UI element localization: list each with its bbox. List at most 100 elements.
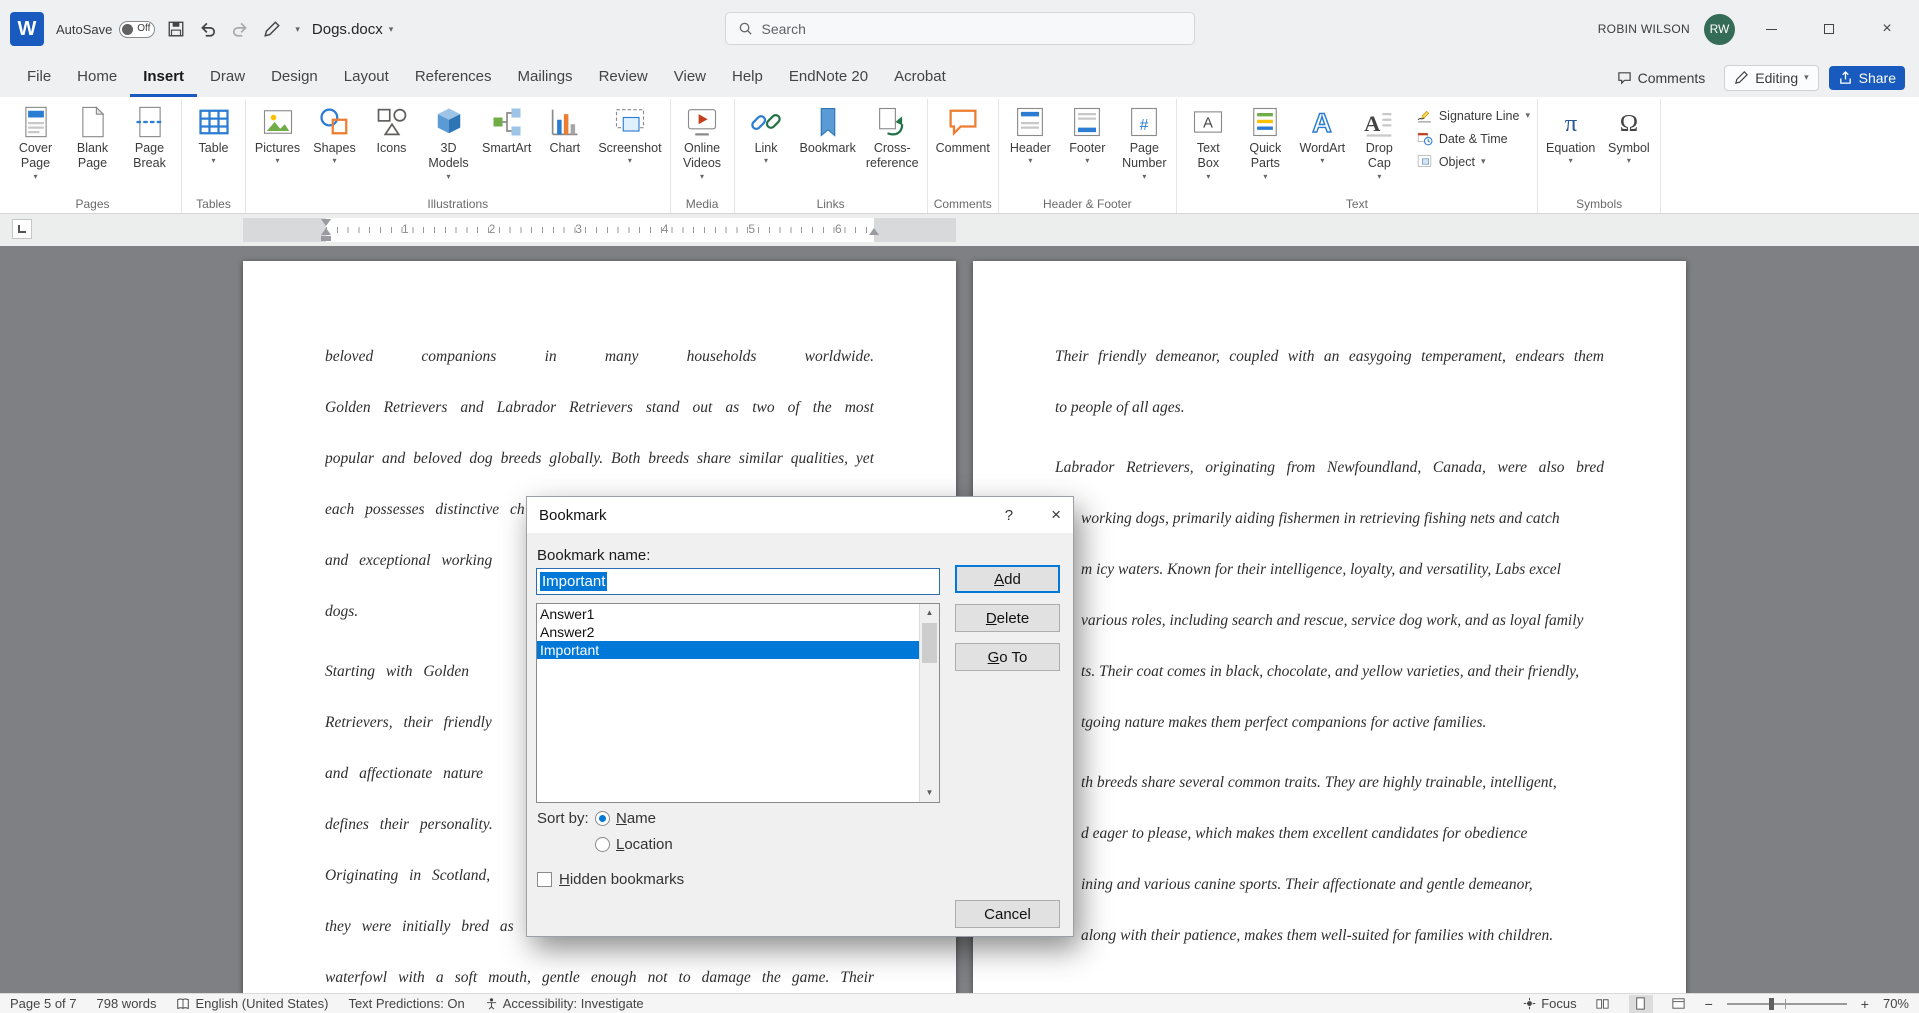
sort-name-option[interactable]: Name xyxy=(595,810,656,827)
bookmark-item-answer2[interactable]: Answer2 xyxy=(537,623,919,641)
tab-file[interactable]: File xyxy=(14,58,64,97)
ribbon-button-page-number[interactable]: Page Number ▾ xyxy=(1116,99,1173,181)
ribbon-button-cover-page[interactable]: Cover Page ▾ xyxy=(7,99,64,181)
ribbon-button-date-time[interactable]: Date & Time xyxy=(1416,130,1530,147)
ribbon-button-footer[interactable]: Footer ▾ xyxy=(1059,99,1116,165)
tab-help[interactable]: Help xyxy=(719,58,776,97)
ribbon-button-quick-parts[interactable]: Quick Parts ▾ xyxy=(1237,99,1294,181)
tab-mailings[interactable]: Mailings xyxy=(505,58,586,97)
tab-acrobat[interactable]: Acrobat xyxy=(881,58,959,97)
language-indicator[interactable]: English (United States) xyxy=(176,996,328,1011)
tab-home[interactable]: Home xyxy=(64,58,130,97)
autosave-toggle[interactable]: Off xyxy=(119,20,156,38)
save-icon[interactable] xyxy=(167,20,185,38)
ribbon-button-smartart[interactable]: SmartArt xyxy=(477,99,536,165)
ribbon-button-wordart[interactable]: WordArt ▾ xyxy=(1294,99,1351,165)
scroll-thumb[interactable] xyxy=(922,623,937,663)
ribbon-button-table[interactable]: Table ▾ xyxy=(185,99,242,165)
tab-layout[interactable]: Layout xyxy=(331,58,402,97)
hidden-bookmarks-option[interactable]: Hidden bookmarks xyxy=(537,871,684,888)
zoom-out-button[interactable]: − xyxy=(1705,996,1713,1012)
zoom-thumb[interactable] xyxy=(1768,997,1774,1010)
cancel-button[interactable]: Cancel xyxy=(955,900,1060,928)
go-to-button[interactable]: Go To xyxy=(955,643,1060,671)
tab-draw[interactable]: Draw xyxy=(197,58,258,97)
radio-name[interactable] xyxy=(595,811,610,826)
bookmark-name-input[interactable]: Important xyxy=(536,568,940,595)
horizontal-ruler[interactable]: 1 2 3 4 5 6 xyxy=(243,218,956,242)
sort-location-option[interactable]: Location xyxy=(595,836,673,853)
ribbon-button-comment[interactable]: Comment xyxy=(931,99,995,165)
autosave-control[interactable]: AutoSave Off xyxy=(56,20,156,38)
ribbon-button-signature-line[interactable]: Signature Line ▾ xyxy=(1416,107,1530,124)
ribbon-button-pictures[interactable]: Pictures ▾ xyxy=(249,99,306,165)
tab-review[interactable]: Review xyxy=(586,58,661,97)
scroll-down-icon[interactable]: ▼ xyxy=(920,784,939,802)
text-predictions[interactable]: Text Predictions: On xyxy=(348,996,464,1011)
ribbon-button-text-box[interactable]: Text Box ▾ xyxy=(1180,99,1237,181)
ribbon-button-cross-reference[interactable]: Cross-reference xyxy=(861,99,924,181)
ribbon-button-link[interactable]: Link ▾ xyxy=(738,99,795,165)
zoom-in-button[interactable]: + xyxy=(1861,996,1869,1012)
ribbon-button-blank-page[interactable]: Blank Page xyxy=(64,99,121,181)
maximize-button[interactable] xyxy=(1807,9,1851,49)
zoom-level[interactable]: 70% xyxy=(1883,996,1909,1011)
minimize-button[interactable] xyxy=(1749,9,1793,49)
ribbon-button-chart[interactable]: Chart xyxy=(536,99,593,165)
accessibility-status[interactable]: Accessibility: Investigate xyxy=(485,996,644,1011)
hanging-indent-marker[interactable] xyxy=(321,223,331,235)
undo-icon[interactable] xyxy=(199,20,217,38)
tab-insert[interactable]: Insert xyxy=(130,58,198,97)
read-mode-button[interactable] xyxy=(1591,995,1615,1013)
share-button[interactable]: Share xyxy=(1828,65,1905,90)
redo-icon[interactable] xyxy=(231,20,249,38)
print-layout-button[interactable] xyxy=(1628,994,1653,1013)
scroll-up-icon[interactable]: ▲ xyxy=(920,604,939,622)
search-input[interactable]: Search xyxy=(724,12,1195,45)
ribbon-button-symbol[interactable]: Symbol ▾ xyxy=(1600,99,1657,165)
list-scrollbar[interactable]: ▲ ▼ xyxy=(919,604,939,802)
bookmark-item-important[interactable]: Important xyxy=(537,641,919,659)
avatar[interactable]: RW xyxy=(1704,13,1735,45)
editing-mode-button[interactable]: Editing ▾ xyxy=(1724,64,1819,91)
tab-design[interactable]: Design xyxy=(258,58,331,97)
tab-endnote-20[interactable]: EndNote 20 xyxy=(776,58,881,97)
document-page-right[interactable]: Their friendly demeanor, coupled with an… xyxy=(973,261,1686,993)
comments-button[interactable]: Comments xyxy=(1608,66,1715,90)
close-button[interactable]: × xyxy=(1865,9,1909,49)
ribbon-button-drop-cap[interactable]: Drop Cap ▾ xyxy=(1351,99,1408,181)
tab-selector[interactable] xyxy=(12,219,32,239)
word-count[interactable]: 798 words xyxy=(97,996,157,1011)
bookmark-list[interactable]: Answer1 Answer2 Important ▲ ▼ xyxy=(536,603,940,803)
ribbon-button-header[interactable]: Header ▾ xyxy=(1002,99,1059,165)
page-indicator[interactable]: Page 5 of 7 xyxy=(10,996,77,1011)
radio-location[interactable] xyxy=(595,837,610,852)
word-logo[interactable]: W xyxy=(10,12,44,46)
dialog-titlebar[interactable]: Bookmark ? × xyxy=(527,497,1073,533)
pen-icon[interactable] xyxy=(263,20,281,38)
ribbon-button-page-break[interactable]: Page Break xyxy=(121,99,178,181)
dialog-close-button[interactable]: × xyxy=(1051,505,1061,525)
chevron-down-icon[interactable]: ▾ xyxy=(295,24,300,35)
help-button[interactable]: ? xyxy=(1005,507,1013,524)
left-indent-marker[interactable] xyxy=(321,236,331,241)
bookmark-item-answer1[interactable]: Answer1 xyxy=(537,605,919,623)
web-layout-button[interactable] xyxy=(1667,995,1691,1013)
hidden-bookmarks-checkbox[interactable] xyxy=(537,872,552,887)
ribbon-button-shapes[interactable]: Shapes ▾ xyxy=(306,99,363,165)
ribbon-button-equation[interactable]: Equation ▾ xyxy=(1541,99,1600,165)
ribbon-button-bookmark[interactable]: Bookmark xyxy=(795,99,861,165)
tab-view[interactable]: View xyxy=(661,58,719,97)
focus-mode-button[interactable]: Focus xyxy=(1523,996,1577,1011)
delete-button[interactable]: Delete xyxy=(955,604,1060,632)
add-button[interactable]: Add xyxy=(955,565,1060,593)
tab-references[interactable]: References xyxy=(402,58,505,97)
document-title[interactable]: Dogs.docx ▾ xyxy=(312,21,393,38)
zoom-slider[interactable] xyxy=(1726,995,1847,1013)
ribbon-button-object[interactable]: Object ▾ xyxy=(1416,153,1530,170)
ribbon-button-screenshot[interactable]: Screenshot ▾ xyxy=(593,99,666,165)
ribbon-button-online-videos[interactable]: Online Videos ▾ xyxy=(674,99,731,181)
ribbon-button-3d-models[interactable]: 3D Models ▾ xyxy=(420,99,477,181)
ribbon-button-icons[interactable]: Icons xyxy=(363,99,420,165)
right-indent-marker[interactable] xyxy=(869,223,879,235)
